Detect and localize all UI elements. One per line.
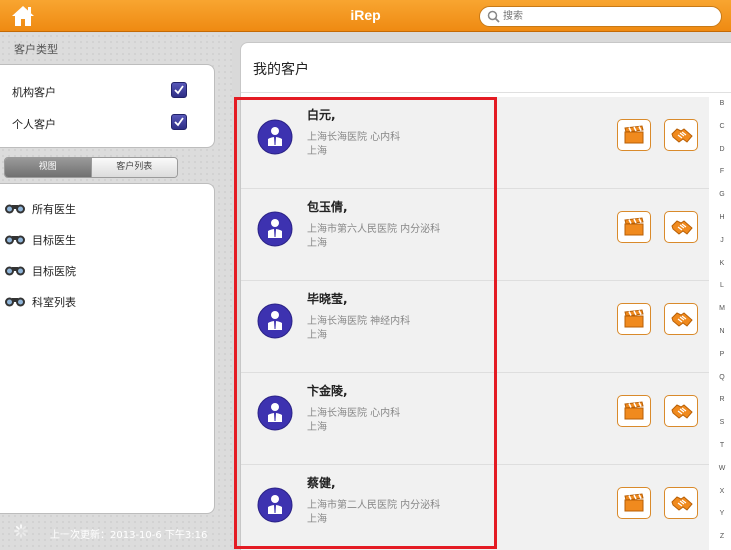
alpha-index-letter[interactable]: Y: [714, 510, 730, 517]
nav-label: 科室列表: [32, 296, 76, 309]
view-segmented-control: 视图 客户列表: [4, 157, 178, 178]
alpha-index-letter[interactable]: X: [714, 488, 730, 495]
nav-label: 目标医生: [32, 234, 76, 247]
clapperboard-icon: [624, 401, 644, 420]
customer-city: 上海: [307, 238, 327, 249]
alpha-index-letter[interactable]: Q: [714, 374, 730, 381]
nav-item-target-hospitals[interactable]: 目标医院: [4, 261, 204, 283]
filter-row-institution[interactable]: 机构客户: [12, 82, 192, 102]
alpha-index-letter[interactable]: C: [714, 123, 730, 130]
divider: [241, 92, 731, 93]
media-button[interactable]: [617, 119, 651, 151]
customer-city: 上海: [307, 330, 327, 341]
alpha-index-letter[interactable]: L: [714, 282, 730, 289]
alpha-index-letter[interactable]: W: [714, 465, 730, 472]
nav-label: 目标医院: [32, 265, 76, 278]
binoculars-icon: [5, 204, 25, 214]
handshake-button[interactable]: [664, 119, 698, 151]
media-button[interactable]: [617, 395, 651, 427]
customer-hospital: 上海市第二人民医院 内分泌科: [307, 500, 441, 511]
search-input[interactable]: [503, 9, 713, 24]
doctor-avatar-icon: [257, 119, 293, 155]
doctor-avatar-icon: [257, 395, 293, 431]
segment-customer-list[interactable]: 客户列表: [90, 158, 177, 177]
customer-row[interactable]: 毕晓莹, 上海长海医院 神经内科 上海: [241, 281, 709, 373]
doctor-avatar-icon: [257, 487, 293, 523]
alpha-index-letter[interactable]: H: [714, 214, 730, 221]
customer-name: 毕晓莹,: [307, 292, 348, 306]
nav-panel: 所有医生 目标医生 目标医院 科室列表: [0, 183, 215, 514]
handshake-button[interactable]: [664, 303, 698, 335]
check-icon: [174, 85, 184, 95]
alpha-index-letter[interactable]: S: [714, 419, 730, 426]
handshake-button[interactable]: [664, 211, 698, 243]
alpha-index-letter[interactable]: F: [714, 168, 730, 175]
customer-hospital: 上海市第六人民医院 内分泌科: [307, 224, 441, 235]
handshake-icon: [671, 404, 693, 419]
customer-row[interactable]: 蔡健, 上海市第二人民医院 内分泌科 上海: [241, 465, 709, 550]
customer-name: 蔡健,: [307, 476, 336, 490]
handshake-icon: [671, 128, 693, 143]
customer-name: 白元,: [307, 108, 336, 122]
customer-hospital: 上海长海医院 神经内科: [307, 316, 411, 327]
binoculars-icon: [5, 297, 25, 307]
nav-item-target-doctors[interactable]: 目标医生: [4, 230, 204, 252]
alpha-index-letter[interactable]: R: [714, 396, 730, 403]
filter-row-individual[interactable]: 个人客户: [12, 114, 192, 134]
media-button[interactable]: [617, 211, 651, 243]
alpha-index-letter[interactable]: D: [714, 146, 730, 153]
segment-view[interactable]: 视图: [5, 158, 91, 177]
filter-section-title: 客户类型: [14, 43, 58, 56]
customer-name: 卞金陵,: [307, 384, 348, 398]
alpha-index-letter[interactable]: N: [714, 328, 730, 335]
search-box[interactable]: [479, 6, 722, 27]
customer-hospital: 上海长海医院 心内科: [307, 132, 401, 143]
top-bar: iRep: [0, 0, 731, 32]
alpha-index-letter[interactable]: J: [714, 237, 730, 244]
nav-item-all-doctors[interactable]: 所有医生: [4, 199, 204, 221]
clapperboard-icon: [624, 217, 644, 236]
handshake-button[interactable]: [664, 487, 698, 519]
alpha-index-letter[interactable]: P: [714, 351, 730, 358]
clapperboard-icon: [624, 309, 644, 328]
alpha-index-letter[interactable]: K: [714, 260, 730, 267]
nav-label: 所有医生: [32, 203, 76, 216]
institution-checkbox[interactable]: [171, 82, 187, 98]
alpha-index-letter[interactable]: B: [714, 100, 730, 107]
nav-item-department-list[interactable]: 科室列表: [4, 292, 204, 314]
handshake-icon: [671, 496, 693, 511]
filter-label: 机构客户: [12, 86, 56, 99]
doctor-avatar-icon: [257, 303, 293, 339]
customer-city: 上海: [307, 422, 327, 433]
alpha-index-letter[interactable]: Z: [714, 533, 730, 540]
alpha-index-letter[interactable]: T: [714, 442, 730, 449]
media-button[interactable]: [617, 487, 651, 519]
customer-city: 上海: [307, 514, 327, 525]
customer-row[interactable]: 卞金陵, 上海长海医院 心内科 上海: [241, 373, 709, 465]
binoculars-icon: [5, 266, 25, 276]
customer-name: 包玉倩,: [307, 200, 348, 214]
handshake-icon: [671, 312, 693, 327]
customer-city: 上海: [307, 146, 327, 157]
customer-hospital: 上海长海医院 心内科: [307, 408, 401, 419]
individual-checkbox[interactable]: [171, 114, 187, 130]
filter-panel: 机构客户 个人客户: [0, 64, 215, 148]
handshake-button[interactable]: [664, 395, 698, 427]
sync-spinner-icon[interactable]: [14, 524, 28, 538]
search-icon: [487, 10, 500, 23]
binoculars-icon: [5, 235, 25, 245]
alpha-index-letter[interactable]: G: [714, 191, 730, 198]
check-icon: [174, 117, 184, 127]
clapperboard-icon: [624, 125, 644, 144]
page-title: 我的客户: [253, 62, 309, 78]
clapperboard-icon: [624, 493, 644, 512]
filter-label: 个人客户: [12, 118, 56, 131]
last-update-text: 上一次更新：2013-10-6 下午3:16: [50, 530, 208, 541]
handshake-icon: [671, 220, 693, 235]
doctor-avatar-icon: [257, 211, 293, 247]
media-button[interactable]: [617, 303, 651, 335]
customer-row[interactable]: 包玉倩, 上海市第六人民医院 内分泌科 上海: [241, 189, 709, 281]
alpha-index-letter[interactable]: M: [714, 305, 730, 312]
customer-row[interactable]: 白元, 上海长海医院 心内科 上海: [241, 97, 709, 189]
